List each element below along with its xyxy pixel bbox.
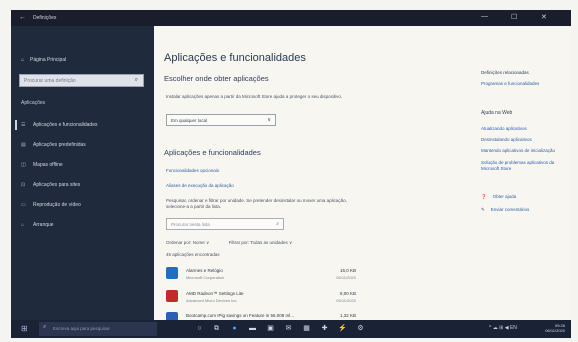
windows-start-icon[interactable]: ⊞: [21, 324, 28, 333]
page-title: Aplicações e funcionalidades: [164, 52, 306, 64]
app-source-value: Em qualquer local: [171, 118, 208, 123]
apps-heading: Aplicações e funcionalidades: [164, 148, 261, 157]
sidebar-item-label: Aplicações predefinidas: [33, 142, 86, 148]
sidebar-item-label: Aplicações e funcionalidades: [33, 122, 98, 128]
sidebar-item-default-apps[interactable]: ▤ Aplicações predefinidas: [21, 142, 86, 148]
settings-search-input[interactable]: Procurar uma definição ⌕: [19, 74, 144, 87]
alarm-clock-icon: [166, 267, 178, 279]
search-icon: ⌕: [43, 324, 47, 330]
website-icon: ⊡: [21, 182, 26, 188]
filter-dropdown[interactable]: Filtrar por: Todas as unidades ∨: [229, 240, 293, 245]
web-help-link-3[interactable]: Mantendo aplicativos de inicialização: [481, 148, 555, 153]
cortana-icon[interactable]: ○: [194, 323, 205, 334]
programs-features-link[interactable]: Programas e funcionalidades: [481, 81, 539, 86]
close-icon[interactable]: ✕: [541, 13, 547, 21]
sidebar-item-label: Aplicações para sites: [33, 182, 81, 188]
app-source-select[interactable]: Em qualquer local ∨: [166, 114, 276, 126]
web-help-link-1[interactable]: Atualizando aplicativos: [481, 126, 527, 131]
sidebar: ⌂ Página Principal Procurar uma definição…: [11, 26, 154, 320]
taskbar-search-placeholder: Escreva aqui para pesquisar: [53, 326, 111, 331]
sort-filter-row: Ordenar por: Nome ∨ Filtrar por: Todas a…: [166, 240, 310, 246]
app-execution-aliases-link[interactable]: Aliases de execução da aplicação: [166, 183, 234, 188]
web-help-link-2[interactable]: Desinstalando aplicativos: [481, 137, 532, 142]
source-description: Instalar aplicações apenas a partir da M…: [166, 94, 343, 99]
list-item[interactable]: Alarmes e Relógio Microsoft Corporation …: [166, 266, 356, 286]
app-count: 45 aplicações encontradas: [166, 252, 220, 257]
app-publisher: Advanced Micro Devices Inc.: [186, 298, 238, 303]
sidebar-item-apps-websites[interactable]: ⊡ Aplicações para sites: [21, 182, 80, 188]
sidebar-item-startup[interactable]: ⌂ Arranque: [21, 222, 54, 228]
optional-features-link[interactable]: Funcionalidades opcionais: [166, 168, 219, 173]
sidebar-item-offline-maps[interactable]: ◫ Mapas offline: [21, 162, 63, 168]
default-apps-icon: ▤: [21, 142, 26, 148]
app-name: Alarmes e Relógio: [186, 268, 223, 273]
file-explorer-icon[interactable]: ▬: [247, 323, 258, 334]
edge-browser-icon[interactable]: ●: [229, 323, 240, 334]
source-heading: Escolher onde obter aplicações: [164, 74, 269, 83]
taskbar-clock[interactable]: 09:26 06/11/2020: [545, 323, 565, 333]
system-tray[interactable]: ^ ☁ ⊞ ◀ EN: [489, 325, 517, 331]
app-name: Bootcamp.com IPig savings on Feature in …: [186, 313, 295, 318]
sidebar-item-apps-features[interactable]: ☰ Aplicações e funcionalidades: [15, 120, 98, 130]
app-icon: [166, 312, 178, 320]
taskbar: ⊞ ⌕ Escreva aqui para pesquisar ○ ⧉ ● ▬ …: [11, 320, 571, 338]
sidebar-item-label: Reprodução de vídeo: [33, 202, 81, 208]
map-icon: ◫: [21, 162, 26, 168]
list-item[interactable]: Bootcamp.com IPig savings on Feature in …: [166, 311, 356, 320]
list-item[interactable]: AMD Radeon™ Settings Lite Advanced Micro…: [166, 289, 356, 309]
feedback-icon: ✎: [481, 207, 485, 212]
get-help-link: Obter ajuda: [492, 194, 517, 199]
sidebar-section-title: Aplicações: [21, 100, 46, 106]
app-name: AMD Radeon™ Settings Lite: [186, 291, 244, 296]
video-icon: ▭: [21, 202, 26, 208]
sort-dropdown[interactable]: Ordenar por: Nome ∨: [166, 240, 209, 245]
monitor-frame: ← Definições — ☐ ✕ ⌂ Página Principal Pro…: [0, 0, 578, 342]
search-description: Pesquisar, ordenar e filtrar por unidade…: [166, 198, 347, 209]
main-content: Aplicações e funcionalidades Escolher on…: [154, 26, 571, 320]
chevron-down-icon: ∨: [267, 117, 271, 123]
power-icon[interactable]: ⚡: [337, 323, 348, 334]
app-date: 06/11/2020: [336, 275, 356, 280]
apps-list-icon: ☰: [21, 122, 26, 128]
sidebar-home[interactable]: ⌂ Página Principal: [21, 57, 66, 63]
sidebar-item-video-playback[interactable]: ▭ Reprodução de vídeo: [21, 202, 81, 208]
app-size: 1,32 KB: [339, 313, 356, 318]
sidebar-item-label: Arranque: [33, 222, 54, 228]
clock-date: 06/11/2020: [545, 328, 565, 333]
web-help-link-4[interactable]: Solução de problemas aplicativos da Micr…: [481, 160, 566, 172]
amd-radeon-icon: [166, 290, 178, 302]
sidebar-item-label: Mapas offline: [33, 162, 63, 168]
get-help-row[interactable]: ❓ Obter ajuda: [481, 194, 516, 200]
home-label: Página Principal: [30, 57, 67, 63]
app-date: 05/11/2020: [336, 298, 356, 303]
home-icon: ⌂: [21, 57, 25, 63]
mail-icon[interactable]: ✉: [283, 323, 294, 334]
taskbar-search-input[interactable]: ⌕ Escreva aqui para pesquisar: [39, 322, 157, 336]
feedback-row[interactable]: ✎ Enviar comentários: [481, 207, 529, 213]
app-icon[interactable]: ✚: [319, 323, 330, 334]
feedback-link: Enviar comentários: [490, 207, 530, 212]
app-list-search-input[interactable]: Procurar nesta lista ⌕: [166, 218, 284, 230]
settings-gear-icon[interactable]: ⚙: [355, 323, 366, 334]
task-view-icon[interactable]: ⧉: [211, 323, 222, 334]
settings-search-placeholder: Procurar uma definição: [24, 78, 76, 84]
window-title: Definições: [33, 15, 57, 21]
app-size: 8,00 KB: [339, 291, 356, 296]
photos-icon[interactable]: ▦: [301, 323, 312, 334]
startup-icon: ⌂: [21, 222, 25, 228]
title-bar: ← Definições — ☐ ✕: [11, 10, 571, 26]
maximize-icon[interactable]: ☐: [511, 13, 517, 21]
screen: ← Definições — ☐ ✕ ⌂ Página Principal Pro…: [11, 10, 571, 338]
store-icon[interactable]: ▣: [265, 323, 276, 334]
app-list-search-placeholder: Procurar nesta lista: [171, 222, 210, 227]
app-size: 16,0 KB: [339, 268, 356, 273]
back-arrow-icon[interactable]: ←: [19, 14, 26, 21]
related-settings-heading: Definições relacionadas: [481, 70, 529, 75]
minimize-icon[interactable]: —: [481, 13, 488, 20]
web-help-heading: Ajuda na Web: [481, 110, 513, 116]
help-icon: ❓: [481, 194, 487, 199]
search-icon: ⌕: [276, 221, 279, 227]
search-icon: ⌕: [134, 77, 138, 83]
app-publisher: Microsoft Corporation: [186, 275, 225, 280]
